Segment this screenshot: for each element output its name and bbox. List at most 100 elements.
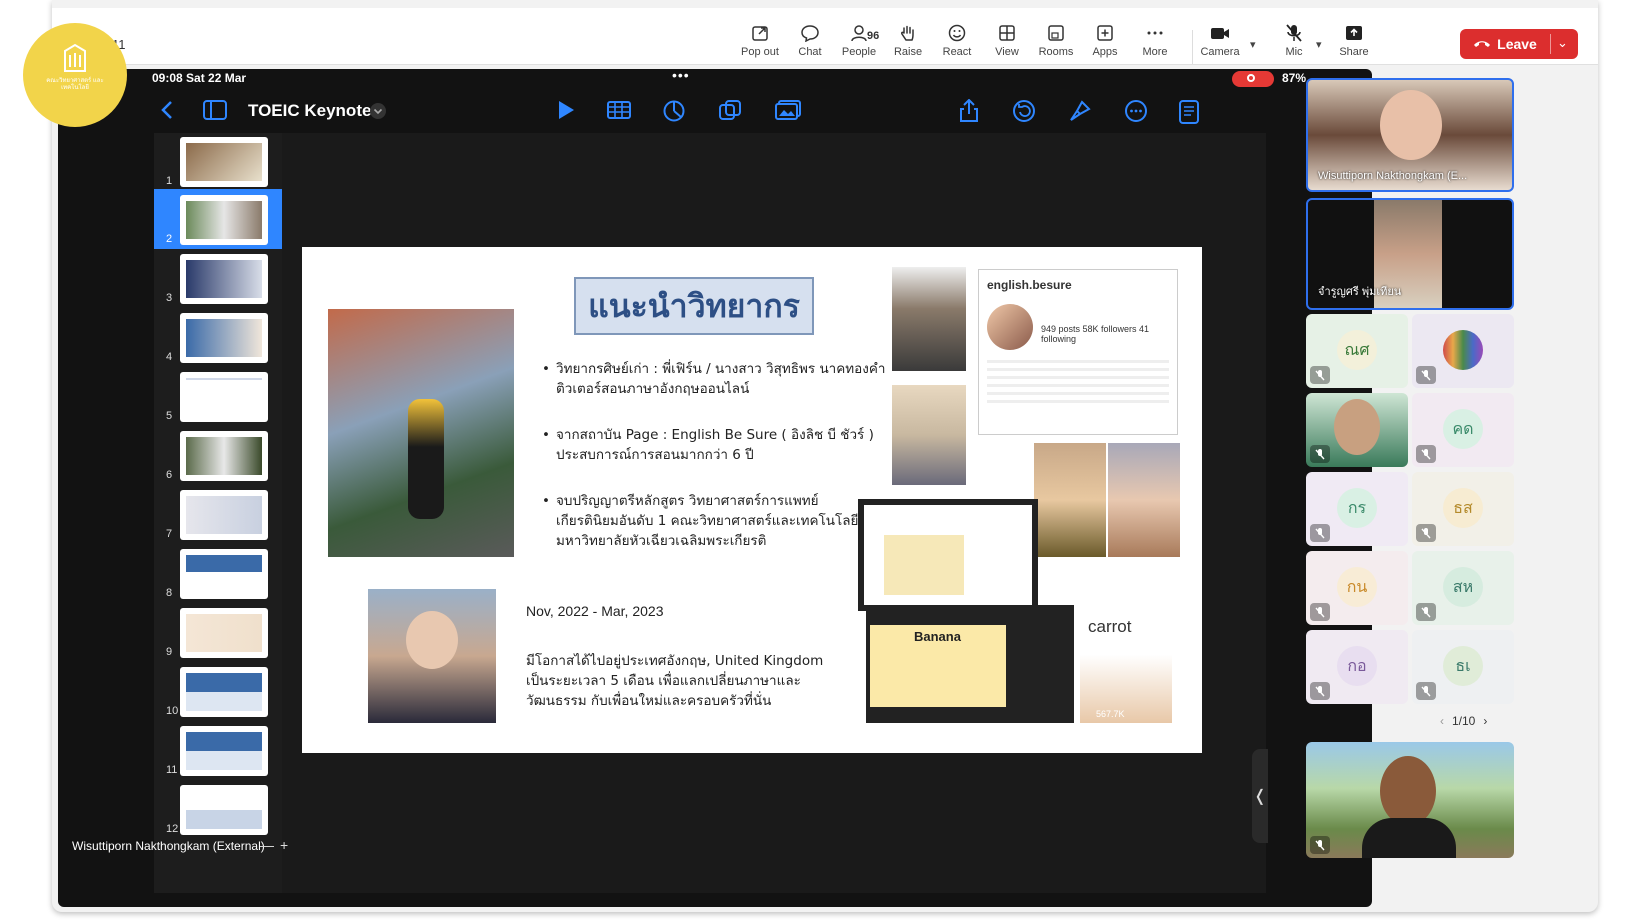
chat-button[interactable]: Chat: [782, 24, 838, 58]
profile-avatar: [987, 304, 1033, 350]
participant-tile[interactable]: ธเ: [1412, 630, 1514, 704]
rooms-label: Rooms: [1038, 46, 1074, 58]
rooms-icon: [1048, 25, 1064, 41]
previous-page-chevron-icon[interactable]: ‹: [1440, 714, 1444, 728]
instagram-username: english.besure: [987, 278, 1072, 292]
muted-mic-icon: [1310, 524, 1330, 542]
back-chevron-icon[interactable]: [160, 99, 174, 121]
view-label: View: [995, 46, 1019, 58]
zoom-out-control[interactable]: —: [260, 837, 274, 853]
slide-thumbnail[interactable]: [180, 372, 268, 422]
meeting-window: 11 Pop out Chat 96 People Raise React Vi…: [52, 0, 1598, 912]
view-button[interactable]: View: [979, 24, 1035, 58]
participant-tile[interactable]: สห: [1412, 551, 1514, 625]
participant-tile-video[interactable]: [1306, 393, 1408, 467]
sidebar-toggle-icon[interactable]: [202, 99, 228, 121]
leave-button[interactable]: Leave ⌄: [1460, 29, 1578, 59]
collapse-panel-handle[interactable]: ❬: [1252, 749, 1268, 843]
more-icon: [1147, 31, 1163, 35]
title-menu-chevron-icon[interactable]: [370, 103, 386, 119]
participant-tile[interactable]: กน: [1306, 551, 1408, 625]
slide-thumbnail[interactable]: [180, 254, 268, 304]
more-button[interactable]: More: [1127, 24, 1183, 58]
presenter-notes-icon[interactable]: [1178, 99, 1200, 125]
presentation-title[interactable]: TOEIC Keynote: [248, 101, 371, 121]
muted-mic-icon: [1310, 836, 1330, 854]
leave-label: Leave: [1497, 36, 1537, 52]
camera-button[interactable]: Camera: [1192, 24, 1248, 58]
current-slide[interactable]: แนะนำวิทยากร • วิทยากรศิษย์เก่า : พี่เฟิ…: [302, 247, 1202, 753]
video-tile-self[interactable]: [1306, 742, 1514, 858]
muted-mic-icon: [1416, 603, 1436, 621]
slide-number: 7: [166, 528, 173, 540]
slide-thumbnail[interactable]: [180, 549, 268, 599]
video-tile-speaker[interactable]: Wisuttiporn Nakthongkam (E...: [1306, 78, 1514, 192]
shape-icon[interactable]: [718, 99, 742, 123]
view-count: 567.7K: [1096, 709, 1125, 719]
participant-tile[interactable]: ณศ: [1306, 314, 1408, 388]
participant-tile[interactable]: [1412, 314, 1514, 388]
mic-label: Mic: [1285, 46, 1303, 58]
react-button[interactable]: React: [929, 24, 985, 58]
table-icon[interactable]: [606, 99, 632, 121]
pop-out-button[interactable]: Pop out: [732, 24, 788, 58]
mic-options-chevron[interactable]: ▾: [1316, 38, 1322, 51]
apps-button[interactable]: Apps: [1077, 24, 1133, 58]
instagram-stats: 949 posts 58K followers 41 following: [1041, 324, 1150, 344]
camera-options-chevron[interactable]: ▾: [1250, 38, 1256, 51]
participant-avatar: กอ: [1337, 646, 1377, 686]
play-icon[interactable]: [556, 99, 576, 121]
instagram-profile: english.besure 949 posts 58K followers 4…: [978, 269, 1178, 435]
slide-thumbnail[interactable]: [180, 313, 268, 363]
people-button[interactable]: 96 People: [831, 24, 887, 58]
slide-thumbnail[interactable]: [180, 490, 268, 540]
slide-thumbnail[interactable]: [180, 785, 268, 835]
participant-avatar: ณศ: [1337, 330, 1377, 370]
participant-tile[interactable]: กร: [1306, 472, 1408, 546]
mic-button[interactable]: Mic: [1266, 24, 1322, 58]
slide-thumbnail[interactable]: [180, 137, 268, 187]
slide-thumbnail[interactable]: [180, 431, 268, 481]
participant-tile[interactable]: คด: [1412, 393, 1514, 467]
slide-thumbnail[interactable]: [180, 667, 268, 717]
zoom-in-control[interactable]: +: [280, 837, 288, 853]
media-icon[interactable]: [774, 99, 802, 121]
worksheet-photo: [858, 499, 1038, 611]
tenses-photo: [892, 385, 966, 485]
people-label: People: [841, 46, 877, 58]
ipad-clock: 09:08 Sat 22 Mar: [152, 71, 247, 85]
slide-number: 1: [166, 175, 173, 187]
bullet-line: ติวเตอร์สอนภาษาอังกฤษออนไลน์: [556, 381, 750, 397]
undo-icon[interactable]: [1012, 99, 1036, 123]
participant-name: จำรูญศรี พุ่มเทียน: [1318, 286, 1402, 298]
slide-thumbnail[interactable]: [180, 608, 268, 658]
participant-tile[interactable]: กอ: [1306, 630, 1408, 704]
chart-icon[interactable]: [662, 99, 686, 123]
participant-avatar-image: [1443, 330, 1483, 370]
format-brush-icon[interactable]: [1068, 99, 1092, 123]
slide-title: แนะนำวิทยากร: [574, 277, 814, 335]
active-speaker-name: Wisuttiporn Nakthongkam (External): [72, 839, 265, 853]
more-options-icon[interactable]: [1124, 99, 1148, 123]
muted-mic-icon: [1310, 445, 1330, 463]
battery-level: 87%: [1282, 71, 1307, 85]
faculty-logo: คณะวิทยาศาสตร์ และเทคโนโลยี: [23, 23, 127, 127]
video-tile-participant[interactable]: จำรูญศรี พุ่มเทียน: [1306, 198, 1514, 310]
reel-photo-2: [1108, 443, 1180, 557]
next-page-chevron-icon[interactable]: ›: [1483, 714, 1487, 728]
muted-mic-icon: [1310, 603, 1330, 621]
participant-tile[interactable]: ธส: [1412, 472, 1514, 546]
upload-share-icon[interactable]: [958, 99, 980, 123]
slide-thumbnail[interactable]: [180, 726, 268, 776]
leave-main[interactable]: Leave: [1460, 29, 1550, 59]
slide-thumbnail[interactable]: [180, 195, 268, 245]
share-button[interactable]: Share: [1326, 24, 1382, 58]
muted-mic-icon: [1416, 524, 1436, 542]
rooms-button[interactable]: Rooms: [1028, 24, 1084, 58]
leave-options-chevron[interactable]: ⌄: [1557, 35, 1568, 51]
participant-face: [1380, 756, 1436, 826]
raise-hand-icon: [901, 25, 914, 41]
bullet-line: มหาวิทยาลัยหัวเฉียวเฉลิมพระเกียรติ: [556, 533, 767, 549]
phone-hangup-icon: [1474, 41, 1491, 47]
raise-hand-button[interactable]: Raise: [880, 24, 936, 58]
